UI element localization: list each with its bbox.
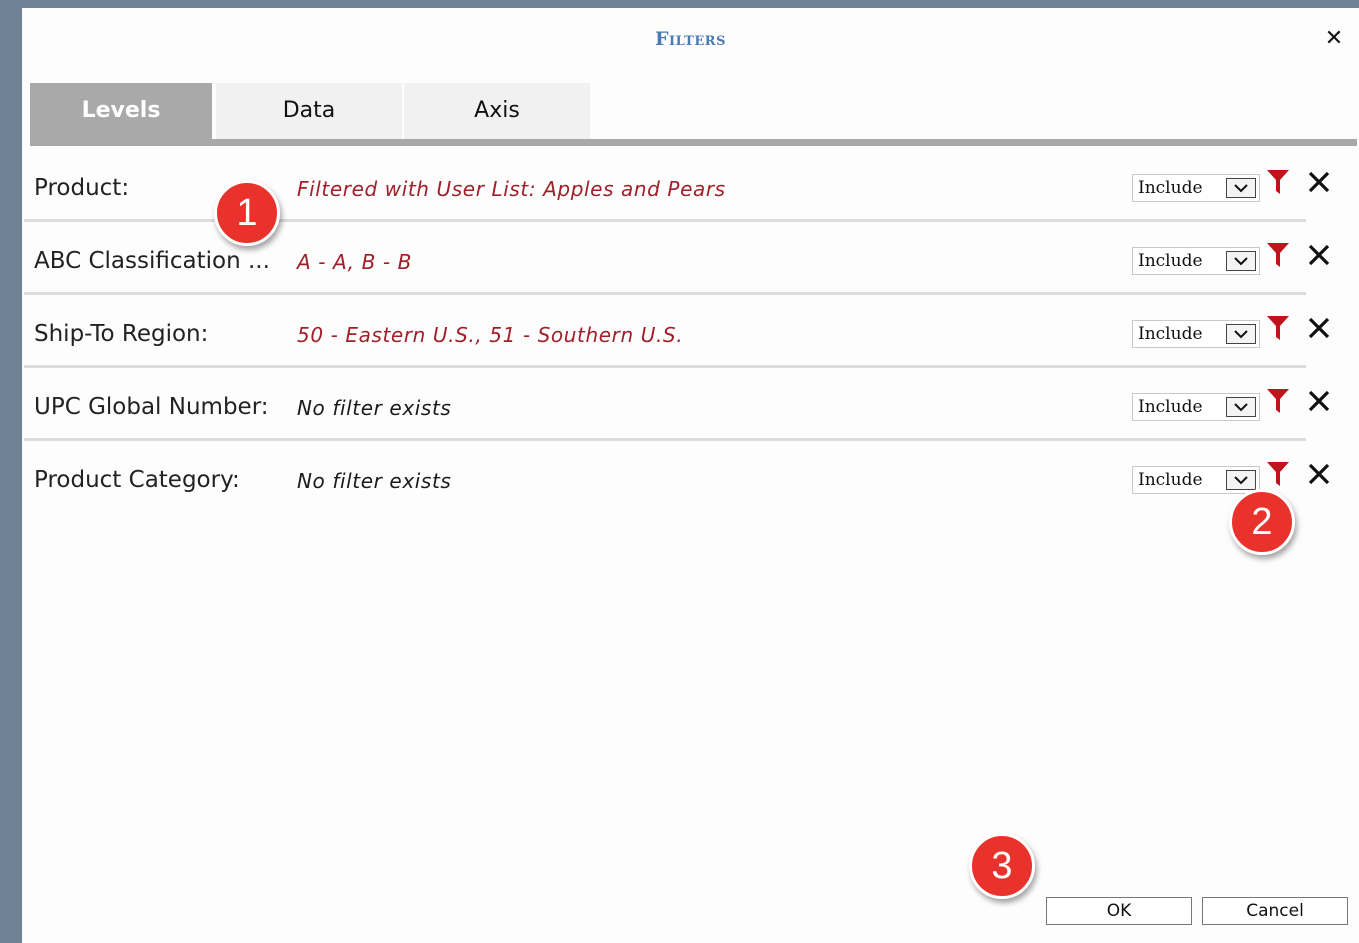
include-select[interactable]: Include (1132, 174, 1260, 202)
include-select[interactable]: Include (1132, 320, 1260, 348)
include-select-value: Include (1138, 470, 1203, 490)
funnel-icon[interactable] (1266, 315, 1290, 341)
dialog-title: Filters (655, 28, 726, 50)
tab-bar: Levels Data Axis (30, 83, 592, 139)
close-icon[interactable] (1306, 315, 1332, 341)
tab-underline (30, 139, 1357, 146)
filter-value: No filter exists (297, 469, 452, 493)
row-divider (24, 292, 1306, 295)
include-select-value: Include (1138, 397, 1203, 417)
filter-level-label: Product Category: (34, 467, 240, 493)
chevron-down-icon[interactable] (1226, 470, 1256, 490)
close-icon[interactable] (1306, 388, 1332, 414)
filter-level-label: Product: (34, 175, 130, 201)
filter-level-label: UPC Global Number: (34, 394, 269, 420)
include-select-value: Include (1138, 178, 1203, 198)
filter-row: UPC Global Number: No filter exists Includ… (24, 374, 1330, 446)
filter-row: Product Category: No filter exists Include (24, 447, 1330, 519)
chevron-down-icon[interactable] (1226, 178, 1256, 198)
include-select-value: Include (1138, 324, 1203, 344)
filter-value: Filtered with User List: Apples and Pear… (297, 177, 726, 201)
filters-dialog: Filters ✕ Levels Data Axis Product: Filte… (8, 8, 1359, 943)
chevron-down-icon[interactable] (1226, 397, 1256, 417)
funnel-icon[interactable] (1266, 461, 1290, 487)
ok-button[interactable]: OK (1046, 897, 1192, 925)
callout-3: 3 (969, 833, 1035, 899)
row-divider (24, 365, 1306, 368)
chevron-down-icon[interactable] (1226, 324, 1256, 344)
filter-row: Ship-To Region: 50 - Eastern U.S., 51 - S… (24, 301, 1330, 373)
funnel-icon[interactable] (1266, 388, 1290, 414)
filter-value: 50 - Eastern U.S., 51 - Southern U.S. (297, 323, 684, 347)
filter-value: No filter exists (297, 396, 452, 420)
funnel-icon[interactable] (1266, 169, 1290, 195)
close-icon[interactable] (1306, 169, 1332, 195)
include-select-value: Include (1138, 251, 1203, 271)
row-divider (24, 438, 1306, 441)
funnel-icon[interactable] (1266, 242, 1290, 268)
filter-value: A - A, B - B (297, 250, 412, 274)
tab-levels[interactable]: Levels (30, 83, 212, 139)
dialog-close-icon[interactable]: ✕ (1323, 26, 1345, 52)
cancel-button[interactable]: Cancel (1202, 897, 1348, 925)
include-select[interactable]: Include (1132, 466, 1260, 494)
include-select[interactable]: Include (1132, 247, 1260, 275)
filter-row: ABC Classification ... A - A, B - B Includ… (24, 228, 1330, 300)
chevron-down-icon[interactable] (1226, 251, 1256, 271)
filter-level-label: ABC Classification ... (34, 248, 270, 274)
include-select[interactable]: Include (1132, 393, 1260, 421)
close-icon[interactable] (1306, 461, 1332, 487)
filter-level-label: Ship-To Region: (34, 321, 209, 347)
tab-data[interactable]: Data (216, 83, 402, 139)
callout-2: 2 (1229, 489, 1295, 555)
tab-axis[interactable]: Axis (404, 83, 590, 139)
close-icon[interactable] (1306, 242, 1332, 268)
callout-1: 1 (214, 180, 280, 246)
